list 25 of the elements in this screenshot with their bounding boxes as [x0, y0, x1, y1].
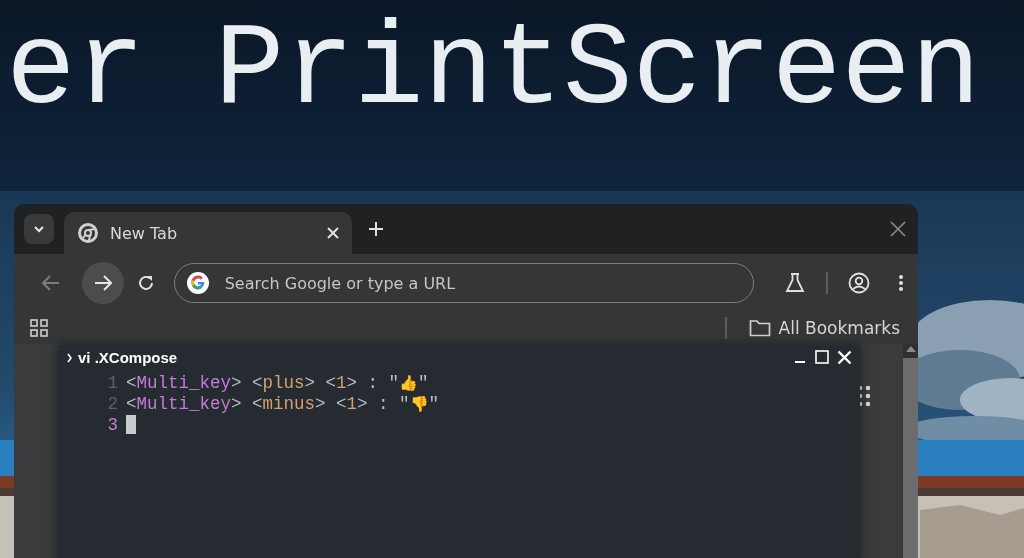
forward-icon	[93, 275, 112, 292]
folder-icon	[748, 319, 771, 338]
scrollbar[interactable]	[903, 344, 918, 558]
apps-icon[interactable]	[30, 319, 48, 338]
close-icon[interactable]	[837, 349, 852, 365]
bookmark-folder[interactable]: All Bookmarks	[746, 318, 902, 339]
code-line: <Multi_key> <minus> <1> : "👎"	[126, 393, 440, 414]
chrome-icon	[78, 223, 98, 244]
text-cursor	[126, 415, 136, 434]
profile-icon[interactable]	[848, 272, 870, 295]
menu-icon[interactable]	[898, 274, 904, 293]
close-window-icon[interactable]	[890, 221, 906, 238]
line-number: 3	[106, 414, 118, 435]
close-tab-icon[interactable]	[326, 226, 340, 241]
flask-icon[interactable]	[784, 273, 806, 294]
browser-tab[interactable]: New Tab	[64, 212, 352, 255]
tab-search-button[interactable]	[24, 214, 54, 245]
window-title: vi .XCompose	[78, 348, 178, 366]
maximize-icon[interactable]	[815, 350, 829, 364]
new-tab-icon[interactable]	[368, 221, 384, 238]
chevron-icon	[66, 351, 74, 363]
code-line: <Multi_key> <plus> <1> : "👍"	[126, 372, 429, 393]
caret-icon	[32, 224, 46, 235]
google-icon	[186, 272, 209, 295]
banner-title: er PrintScreen	[6, 4, 981, 137]
